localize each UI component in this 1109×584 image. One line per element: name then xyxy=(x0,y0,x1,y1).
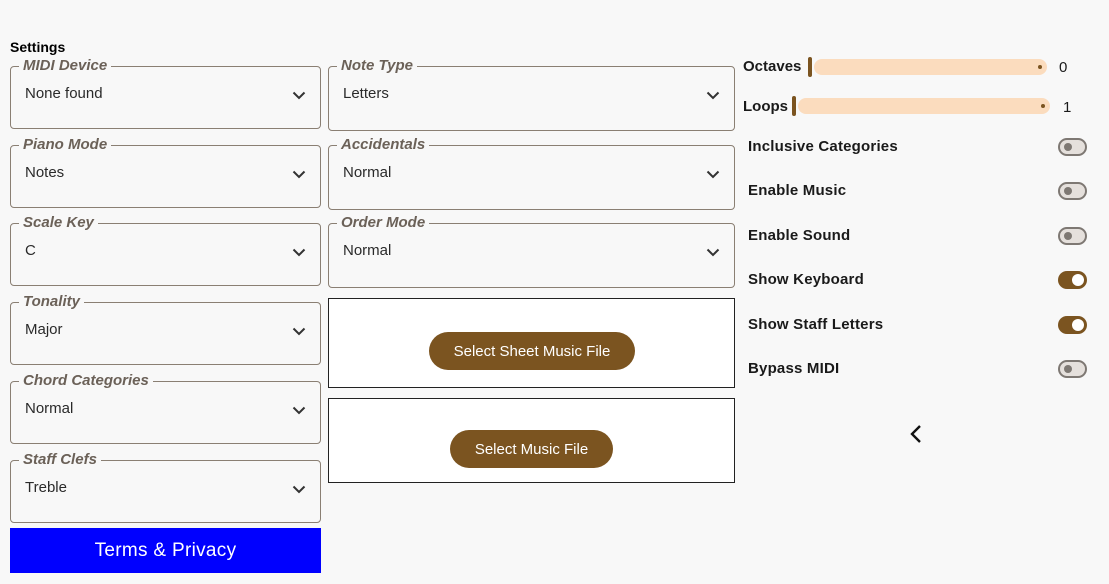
tonality-label: Tonality xyxy=(19,293,84,311)
scale-key-label: Scale Key xyxy=(19,214,98,232)
accidentals-value: Normal xyxy=(343,164,392,181)
chevron-down-icon xyxy=(706,248,720,257)
music-file-panel: Select Music File xyxy=(328,398,735,483)
toggle-knob xyxy=(1064,365,1072,373)
select-music-file-button[interactable]: Select Music File xyxy=(450,430,613,468)
octaves-slider-thumb[interactable] xyxy=(808,57,812,77)
tonality-value: Major xyxy=(25,321,63,338)
page-title: Settings xyxy=(10,39,66,55)
toggle-knob xyxy=(1072,274,1084,286)
loops-slider-thumb[interactable] xyxy=(792,96,796,116)
terms-privacy-button[interactable]: Terms & Privacy xyxy=(10,528,321,573)
chevron-down-icon xyxy=(292,91,306,100)
chevron-down-icon xyxy=(292,485,306,494)
note-type-select[interactable]: Note Type Letters xyxy=(328,57,735,131)
piano-mode-value: Notes xyxy=(25,164,65,181)
toggle-knob xyxy=(1064,232,1072,240)
bypass-midi-toggle[interactable] xyxy=(1058,360,1087,378)
loops-label: Loops xyxy=(743,98,788,115)
staff-clefs-label: Staff Clefs xyxy=(19,451,101,469)
enable-sound-label: Enable Sound xyxy=(748,227,851,244)
chevron-down-icon xyxy=(706,91,720,100)
order-mode-select[interactable]: Order Mode Normal xyxy=(328,214,735,288)
show-keyboard-toggle[interactable] xyxy=(1058,271,1087,289)
show-staff-letters-label: Show Staff Letters xyxy=(748,316,884,333)
chevron-down-icon xyxy=(706,170,720,179)
midi-device-label: MIDI Device xyxy=(19,57,112,75)
toggle-knob xyxy=(1064,143,1072,151)
midi-device-select[interactable]: MIDI Device None found xyxy=(10,57,321,129)
octaves-label: Octaves xyxy=(743,58,802,75)
toggle-knob xyxy=(1072,319,1084,331)
enable-sound-toggle[interactable] xyxy=(1058,227,1087,245)
loops-slider-track[interactable] xyxy=(798,98,1050,114)
note-type-value: Letters xyxy=(343,85,389,102)
bypass-midi-label: Bypass MIDI xyxy=(748,360,840,377)
settings-screen: Settings MIDI Device None found Piano Mo… xyxy=(0,0,1109,584)
enable-music-toggle[interactable] xyxy=(1058,182,1087,200)
octaves-value: 0 xyxy=(1059,59,1068,76)
chevron-left-icon[interactable] xyxy=(909,424,923,444)
piano-mode-label: Piano Mode xyxy=(19,136,112,154)
staff-clefs-select[interactable]: Staff Clefs Treble xyxy=(10,451,321,523)
accidentals-select[interactable]: Accidentals Normal xyxy=(328,136,735,210)
scale-key-select[interactable]: Scale Key C xyxy=(10,214,321,286)
note-type-label: Note Type xyxy=(337,57,417,75)
chevron-down-icon xyxy=(292,170,306,179)
show-staff-letters-toggle[interactable] xyxy=(1058,316,1087,334)
tonality-select[interactable]: Tonality Major xyxy=(10,293,321,365)
octaves-slider-end-dot xyxy=(1038,65,1042,69)
chord-categories-select[interactable]: Chord Categories Normal xyxy=(10,372,321,444)
enable-music-label: Enable Music xyxy=(748,182,847,199)
chevron-down-icon xyxy=(292,327,306,336)
chord-categories-label: Chord Categories xyxy=(19,372,153,390)
loops-slider-end-dot xyxy=(1041,104,1045,108)
show-keyboard-label: Show Keyboard xyxy=(748,271,864,288)
scale-key-value: C xyxy=(25,242,36,259)
order-mode-label: Order Mode xyxy=(337,214,430,232)
inclusive-categories-label: Inclusive Categories xyxy=(748,138,898,155)
staff-clefs-value: Treble xyxy=(25,479,67,496)
chevron-down-icon xyxy=(292,406,306,415)
chevron-down-icon xyxy=(292,248,306,257)
select-sheet-music-button[interactable]: Select Sheet Music File xyxy=(429,332,635,370)
order-mode-value: Normal xyxy=(343,242,392,259)
loops-value: 1 xyxy=(1063,99,1072,116)
inclusive-categories-toggle[interactable] xyxy=(1058,138,1087,156)
accidentals-label: Accidentals xyxy=(337,136,430,154)
piano-mode-select[interactable]: Piano Mode Notes xyxy=(10,136,321,208)
midi-device-value: None found xyxy=(25,85,103,102)
sheet-music-panel: Select Sheet Music File xyxy=(328,298,735,388)
chord-categories-value: Normal xyxy=(25,400,74,417)
octaves-slider-track[interactable] xyxy=(814,59,1047,75)
toggle-knob xyxy=(1064,187,1072,195)
